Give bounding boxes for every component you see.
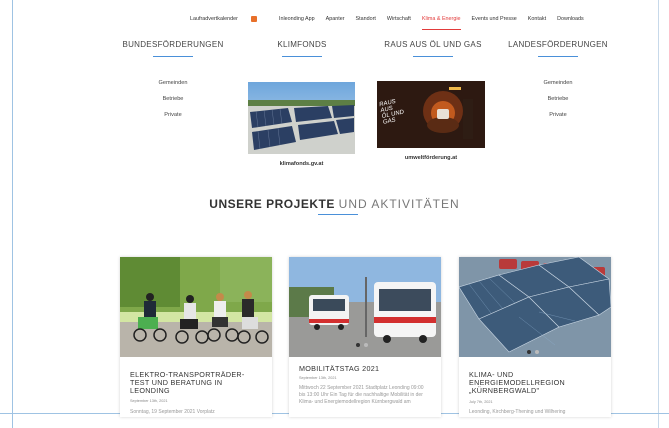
sublink-private[interactable]: Private [143, 112, 203, 118]
category-underline [282, 56, 322, 57]
nav-item-standort[interactable]: Standort [356, 16, 376, 30]
solar-panels-image [248, 82, 355, 154]
frame-left-border [12, 0, 13, 428]
frame-right-border [658, 0, 659, 428]
category-klimfonds[interactable]: KLIMFONDS [254, 40, 350, 57]
carousel-dots [356, 343, 368, 347]
card-excerpt: Leonding, Kirchberg-Thening und Wilherin… [469, 409, 566, 415]
land-sublinks: Gemeinden Betriebe Private [528, 80, 588, 128]
section-title-underline [318, 214, 358, 215]
bund-sublinks: Gemeinden Betriebe Private [143, 80, 203, 128]
sublink-private[interactable]: Private [528, 112, 588, 118]
project-card-transportraeder[interactable]: ELEKTRO-TRANSPORTRÄDER-TEST UND BERATUNG… [120, 257, 272, 417]
card-date: July 7th, 2021 [469, 400, 493, 404]
nav-item-kontakt[interactable]: Kontakt [528, 16, 546, 30]
sublink-betriebe[interactable]: Betriebe [143, 96, 203, 102]
card-date: September 13th, 2021 [299, 376, 337, 380]
carousel-dot-2[interactable] [535, 350, 539, 354]
cargo-bikes-photo [120, 257, 272, 357]
category-landesfoerderungen[interactable]: LANDESFÖRDERUNGEN [500, 40, 616, 57]
card-excerpt: Mittwoch 22 September 2021 Stadtplatz Le… [299, 385, 424, 405]
category-underline [413, 56, 453, 57]
card-title[interactable]: KLIMA- UND ENERGIEMODELLREGION „KÜRNBERG… [469, 371, 603, 395]
klimafonds-link[interactable]: klimafonds.gv.at [248, 82, 355, 167]
project-card-kem-kuernbergwald[interactable]: KLIMA- UND ENERGIEMODELLREGION „KÜRNBERG… [459, 257, 611, 417]
card-title[interactable]: ELEKTRO-TRANSPORTRÄDER-TEST UND BERATUNG… [130, 371, 264, 395]
carousel-dot-2[interactable] [364, 343, 368, 347]
section-title: UNSERE PROJEKTE UND AKTIVITÄTEN [209, 197, 460, 211]
calendar-icon [250, 16, 257, 22]
category-underline [153, 56, 193, 57]
category-bundesfoerderungen[interactable]: BUNDESFÖRDERUNGEN [115, 40, 231, 57]
sublink-gemeinden[interactable]: Gemeinden [143, 80, 203, 86]
nav-item-app[interactable]: Inleonding App [279, 16, 315, 30]
nav-item-downloads[interactable]: Downloads [557, 16, 584, 30]
card-excerpt: Sonntag, 19 September 2021 Vorplatz [130, 409, 215, 415]
nav-item-laufradvertkalender[interactable]: Laufradvertkalender [190, 16, 268, 30]
sublink-gemeinden[interactable]: Gemeinden [528, 80, 588, 86]
top-navigation: Laufradvertkalender Inleonding App Apant… [190, 16, 595, 30]
umweltfoerderung-link[interactable]: RAUS AUS ÖL UND GAS umweltförderung.at [377, 81, 485, 161]
carousel-dot-1[interactable] [356, 343, 360, 347]
carousel-dots [527, 350, 539, 354]
umweltfoerderung-caption: umweltförderung.at [404, 155, 458, 161]
category-raus-aus-oel[interactable]: RAUS AUS ÖL UND GAS [375, 40, 491, 57]
klimafonds-caption: klimafonds.gv.at [279, 161, 324, 167]
nav-item-wirtschaft[interactable]: Wirtschaft [387, 16, 411, 30]
project-card-mobilitaetstag[interactable]: MOBILITÄTSTAG 2021 September 13th, 2021 … [289, 257, 441, 417]
nav-item-klima-energie[interactable]: Klima & Energie [421, 16, 461, 30]
carousel-dot-1[interactable] [527, 350, 531, 354]
nav-item-apanter[interactable]: Apanter [326, 16, 345, 30]
category-underline [538, 56, 578, 57]
nav-item-events-presse[interactable]: Events und Presse [472, 16, 517, 30]
solar-cars-photo [459, 257, 611, 357]
card-title[interactable]: MOBILITÄTSTAG 2021 [299, 365, 433, 373]
card-date: September 13th, 2021 [130, 399, 168, 403]
sublink-betriebe[interactable]: Betriebe [528, 96, 588, 102]
buses-photo [289, 257, 441, 357]
